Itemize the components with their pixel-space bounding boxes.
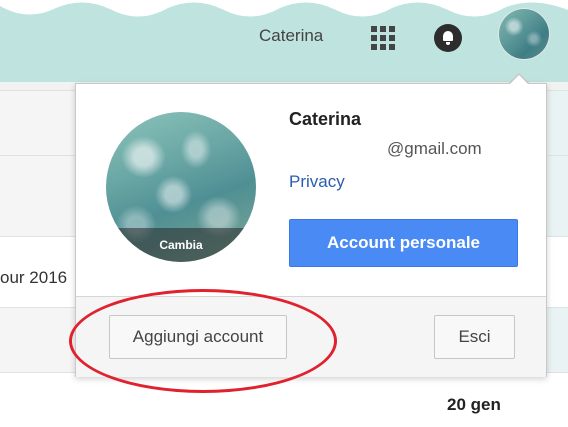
list-row <box>0 90 80 155</box>
bell-icon[interactable] <box>434 24 462 52</box>
list-row <box>545 90 568 155</box>
privacy-link[interactable]: Privacy <box>289 172 345 192</box>
profile-photo[interactable]: Cambia <box>106 112 256 262</box>
popup-footer: Aggiungi account Esci <box>76 296 546 377</box>
list-row <box>0 155 80 236</box>
avatar[interactable] <box>499 9 549 59</box>
popup-arrow-fill <box>509 75 529 85</box>
account-popup: Cambia Caterina @gmail.com Privacy Accou… <box>75 83 547 377</box>
account-email: @gmail.com <box>387 139 482 158</box>
apps-grid-icon[interactable] <box>371 26 395 50</box>
my-account-button[interactable]: Account personale <box>289 219 518 267</box>
sign-out-button[interactable]: Esci <box>434 315 515 359</box>
header-user-name[interactable]: Caterina <box>259 26 323 46</box>
list-row <box>545 236 568 307</box>
list-row <box>0 307 80 372</box>
change-photo-label[interactable]: Cambia <box>106 238 256 252</box>
list-row <box>545 155 568 236</box>
account-name: Caterina <box>289 109 362 129</box>
top-bar: Caterina <box>0 0 568 82</box>
list-row-date: 20 gen <box>447 395 501 414</box>
add-account-button[interactable]: Aggiungi account <box>109 315 287 359</box>
list-row <box>545 307 568 372</box>
list-row-partial-text: our 2016 <box>0 268 68 287</box>
